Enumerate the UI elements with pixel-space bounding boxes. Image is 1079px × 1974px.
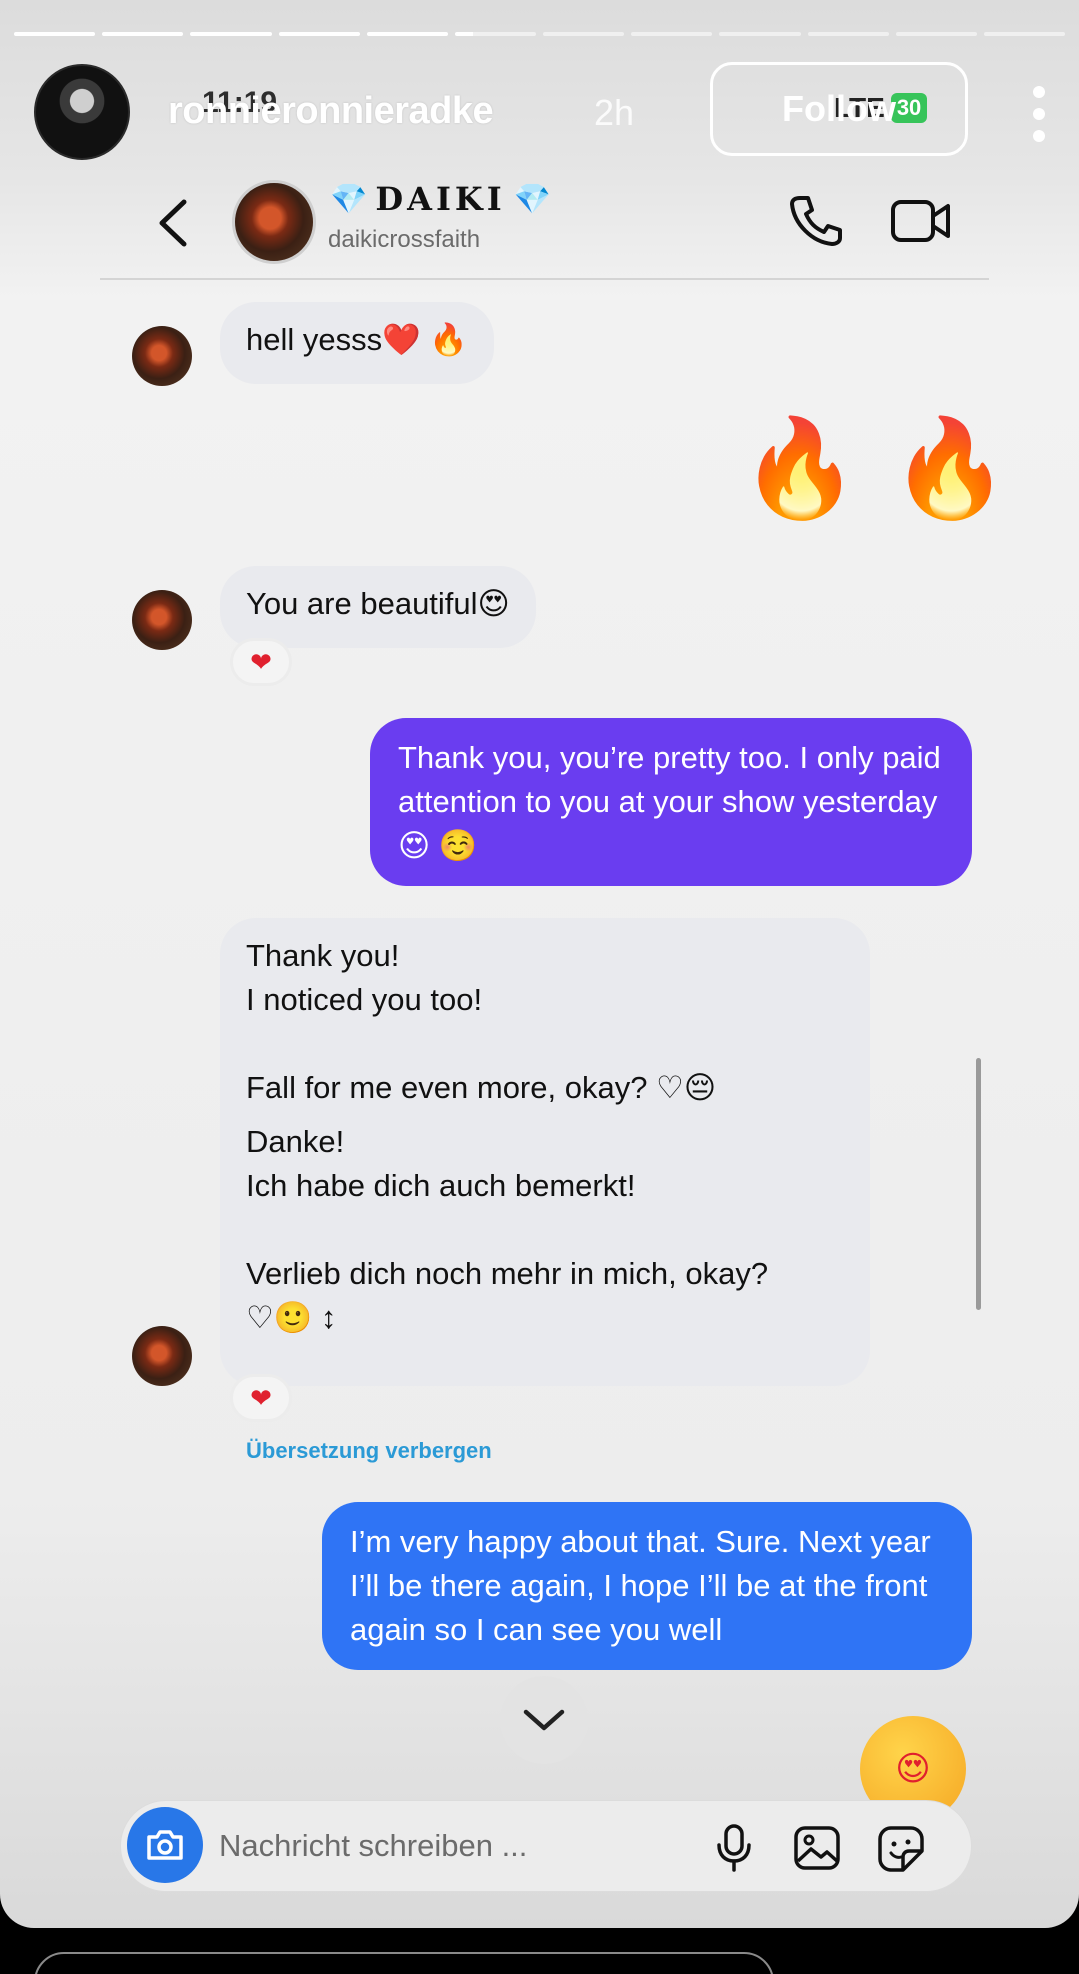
scroll-to-bottom-button[interactable] (500, 1676, 588, 1764)
gallery-icon[interactable] (793, 1825, 841, 1871)
translation-line: Ich habe dich auch bemerkt! (246, 1168, 636, 1203)
message-text: hell yesss❤️ 🔥 (246, 322, 468, 357)
more-icon[interactable] (1029, 86, 1049, 142)
sender-avatar[interactable] (132, 1326, 192, 1386)
progress-segment (366, 32, 448, 36)
sender-avatar[interactable] (132, 326, 192, 386)
scrollbar[interactable] (976, 1058, 981, 1310)
sticker-icon[interactable] (877, 1825, 925, 1873)
chat-avatar[interactable] (232, 180, 316, 264)
call-icon[interactable] (788, 192, 844, 248)
chat-header: 💎 DAIKI 💎 daikicrossfaith (100, 168, 989, 280)
fire-emoji-message[interactable]: 🔥 🔥 (740, 420, 1010, 516)
back-icon[interactable] (154, 198, 194, 248)
heart-reaction[interactable]: ❤ (230, 638, 292, 686)
progress-segment (102, 32, 184, 36)
progress-segment (807, 32, 889, 36)
story-avatar[interactable] (34, 64, 130, 160)
camera-icon (147, 1830, 183, 1860)
translation-line: ♡🙂 ↕ (246, 1300, 337, 1335)
heart-reaction[interactable]: ❤ (230, 1374, 292, 1422)
message-text: Thank you, you’re pretty too. I only pai… (398, 740, 950, 863)
outgoing-message[interactable]: Thank you, you’re pretty too. I only pai… (370, 718, 972, 886)
camera-button[interactable] (127, 1807, 203, 1883)
gem-icon: 💎 (330, 181, 368, 217)
message-line: Fall for me even more, okay? ♡😔 (246, 1070, 717, 1105)
sender-avatar[interactable] (132, 590, 192, 650)
progress-segment (190, 32, 272, 36)
progress-segment-active (454, 32, 537, 36)
story-progress (14, 32, 1066, 36)
progress-segment (895, 32, 977, 36)
story-username[interactable]: ronnieronnieradke (168, 90, 494, 133)
message-line: I noticed you too! (246, 982, 483, 1017)
chat-handle: daikicrossfaith (328, 226, 481, 253)
translation-line: Verlieb dich noch mehr in mich, okay? (246, 1256, 769, 1291)
message-line: Thank you! (246, 938, 400, 973)
story-time-ago: 2h (594, 92, 635, 133)
message-input[interactable] (219, 1823, 599, 1869)
follow-button[interactable]: Follow (710, 62, 968, 156)
progress-segment (14, 32, 96, 36)
gem-icon: 💎 (513, 181, 552, 217)
progress-segment (983, 32, 1066, 36)
story-header: 11:19 ronnieronnieradke 2h LTE 30 Follow (34, 62, 1059, 160)
progress-segment (278, 32, 360, 36)
progress-segment (719, 32, 801, 36)
story-frame: 11:19 ronnieronnieradke 2h LTE 30 Follow… (0, 0, 1079, 1928)
microphone-icon[interactable] (713, 1823, 755, 1873)
hide-translation-link[interactable]: Übersetzung verbergen (246, 1438, 492, 1464)
progress-segment (543, 32, 625, 36)
incoming-message[interactable]: You are beautiful😍 (220, 566, 536, 648)
outgoing-message[interactable]: I’m very happy about that. Sure. Next ye… (322, 1502, 972, 1670)
translation-line: Danke! (246, 1124, 345, 1159)
message-text: You are beautiful😍 (246, 586, 510, 621)
chevron-down-icon (523, 1709, 565, 1731)
chat-name[interactable]: 💎 DAIKI 💎 (330, 180, 551, 218)
chat-name-text: DAIKI (375, 180, 506, 218)
progress-segment (631, 32, 713, 36)
message-composer (120, 1800, 972, 1892)
message-text: I’m very happy about that. Sure. Next ye… (350, 1524, 940, 1647)
story-reply-bar[interactable] (34, 1952, 774, 1974)
incoming-message[interactable]: hell yesss❤️ 🔥 (220, 302, 494, 384)
video-icon[interactable] (890, 196, 952, 246)
incoming-message-translated[interactable]: Thank you! I noticed you too! Fall for m… (220, 918, 870, 1386)
